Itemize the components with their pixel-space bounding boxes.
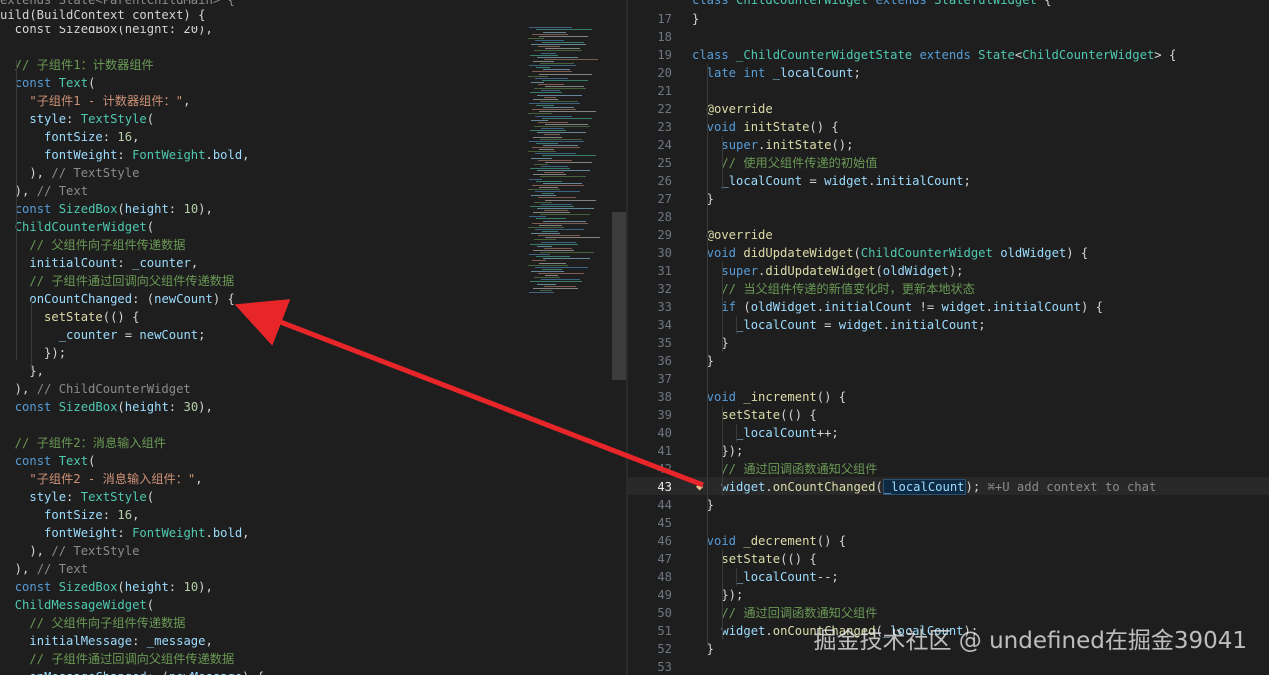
arrow-shaft [234, 299, 704, 488]
annotation-arrow [234, 299, 704, 488]
watermark: 掘金技术社区 @ undefined在掘金39041 [813, 628, 1247, 654]
